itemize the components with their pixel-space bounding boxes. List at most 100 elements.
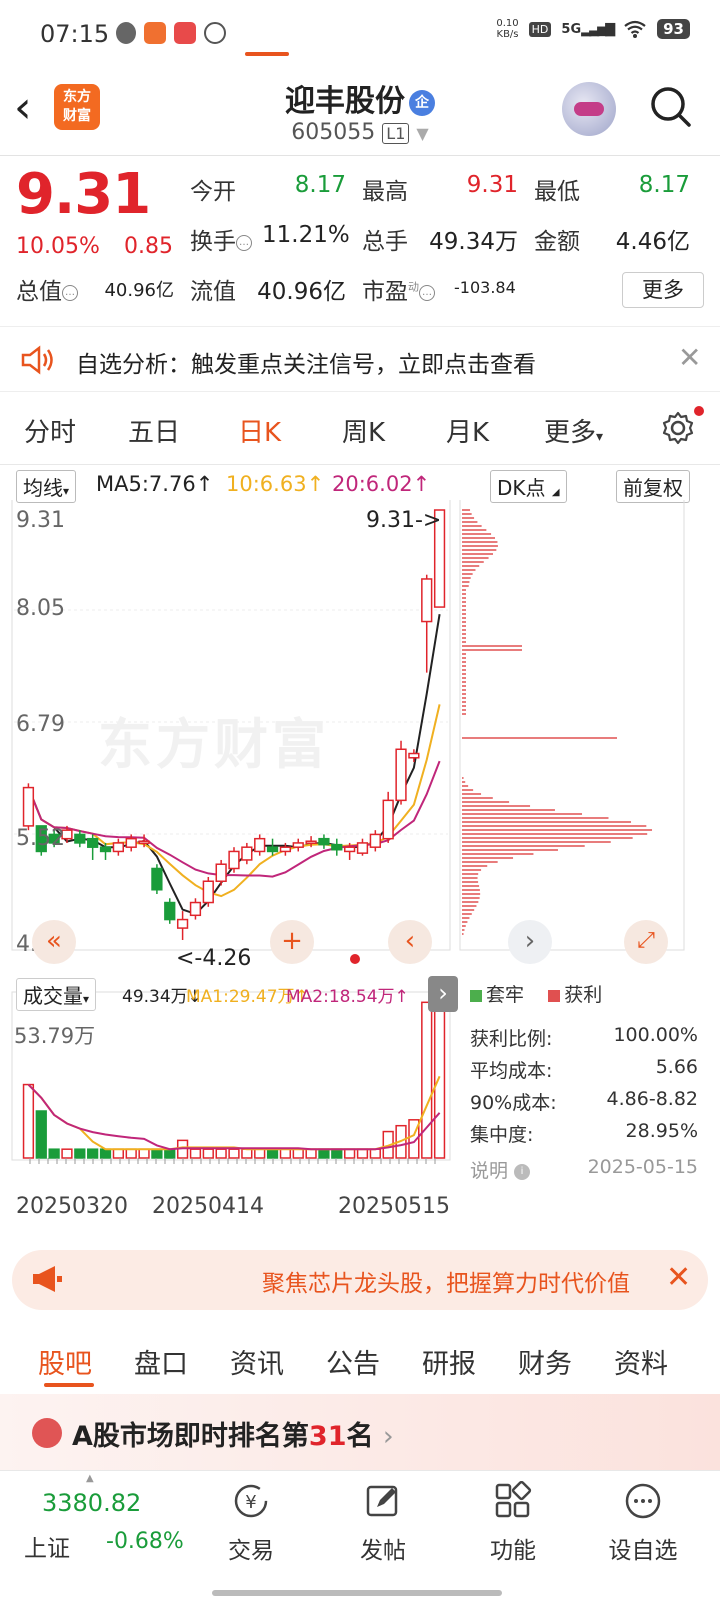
candle-body xyxy=(266,846,279,853)
info-icon[interactable]: i xyxy=(514,1163,531,1180)
volume-select[interactable]: 成交量▾ xyxy=(16,978,97,1011)
candle-body xyxy=(254,837,266,853)
stat-value: 28.95% xyxy=(625,1120,698,1142)
date-label: 20250320 xyxy=(16,1194,128,1219)
stat-value: 4.86-8.82 xyxy=(606,1088,698,1110)
candle-body xyxy=(138,840,150,844)
close-icon[interactable]: ✕ xyxy=(666,1260,691,1295)
notice-text: 自选分析：触发重点关注信号，立即点击查看 xyxy=(76,352,536,378)
vol-ma2: MA2:18.54万↑ xyxy=(286,987,409,1007)
tab-more[interactable]: 更多▾ xyxy=(544,412,603,449)
volume-bar xyxy=(228,1148,240,1159)
volume-bar xyxy=(369,1148,381,1159)
gear-icon[interactable] xyxy=(660,410,696,446)
info-icon[interactable]: … xyxy=(236,234,252,251)
pe-label: 市盈动… xyxy=(362,272,435,306)
edit-icon xyxy=(366,1485,398,1517)
volume-bar xyxy=(356,1148,369,1159)
promo-banner[interactable]: 聚焦芯片龙头股，把握算力时代价值 ✕ xyxy=(12,1250,708,1310)
adjust-button[interactable]: 前复权 xyxy=(616,470,690,503)
change-percent: 10.05% xyxy=(16,234,100,259)
tab-research[interactable]: 研报 xyxy=(422,1342,476,1381)
battery-icon: 93 xyxy=(657,19,690,39)
info-icon[interactable]: … xyxy=(62,284,78,301)
dk-point-button[interactable]: DK点 ◢ xyxy=(490,470,567,503)
fullscreen-icon[interactable]: ⤢ xyxy=(624,920,668,964)
legend-trapped: 套牢 xyxy=(486,984,525,1006)
tab-monthly-k[interactable]: 月K xyxy=(446,412,489,449)
wifi-icon xyxy=(624,20,646,38)
signal-icon: 5G▂▃▅▇ xyxy=(561,21,615,37)
date-label: 20250515 xyxy=(338,1194,450,1219)
volume-bar xyxy=(433,1001,446,1159)
tab-profile[interactable]: 资料 xyxy=(614,1342,668,1381)
megaphone-icon xyxy=(33,1266,62,1292)
chart-icon xyxy=(32,1418,62,1448)
assistant-avatar[interactable] xyxy=(562,82,616,136)
tab-news[interactable]: 资讯 xyxy=(230,1342,284,1381)
chip-date: 2025-05-15 xyxy=(587,1156,698,1178)
volume-value: 49.34万 xyxy=(429,229,518,255)
legend-swatch-profit xyxy=(548,989,561,1002)
candle-body xyxy=(189,901,202,917)
volume-bar xyxy=(279,1148,292,1159)
nav-functions[interactable]: 功能 xyxy=(468,1480,558,1565)
chip-note-row[interactable]: 说明 i 2025-05-15 xyxy=(470,1156,698,1183)
kline-tabs: 分时 五日 日K 周K 月K 更多▾ xyxy=(0,398,720,462)
turnover-label-text: 换手 xyxy=(190,229,236,255)
change-amount: 0.85 xyxy=(124,234,173,259)
nav-post[interactable]: 发帖 xyxy=(338,1481,428,1565)
candle-body xyxy=(22,786,35,827)
candle-body xyxy=(292,842,304,848)
nav-add-watchlist[interactable]: 设自选 xyxy=(598,1481,688,1565)
open-label: 今开 xyxy=(190,179,236,205)
tab-timeshare[interactable]: 分时 xyxy=(24,412,76,449)
float-value: 40.96亿 xyxy=(257,279,346,305)
volume-label: 总手 xyxy=(362,229,408,255)
notice-bar[interactable]: 自选分析：触发重点关注信号，立即点击查看 ✕ xyxy=(0,326,720,392)
tab-finance[interactable]: 财务 xyxy=(518,1342,572,1381)
search-icon[interactable] xyxy=(650,86,692,128)
tab-orderbook[interactable]: 盘口 xyxy=(134,1342,188,1381)
current-price: 9.31 xyxy=(16,162,151,227)
tab-daily-k[interactable]: 日K xyxy=(238,412,281,449)
signal-label: 5G xyxy=(561,21,582,37)
more-button[interactable]: 更多 xyxy=(622,272,704,308)
expand-button[interactable]: › xyxy=(428,976,458,1012)
rank-prefix: A股市场即时排名第 xyxy=(72,1421,309,1452)
link-icon xyxy=(204,22,226,44)
low-value: 8.17 xyxy=(638,172,690,198)
tab-five-day[interactable]: 五日 xyxy=(128,412,180,449)
rewind-button[interactable]: « xyxy=(32,920,76,964)
ma5-label: MA5:7.76 xyxy=(96,472,196,496)
candle-body xyxy=(421,578,433,623)
volume-bar xyxy=(138,1148,150,1159)
stat-label: 集中度: xyxy=(470,1124,534,1146)
ma-select[interactable]: 均线▾ xyxy=(16,470,77,503)
notification-icons xyxy=(116,22,226,44)
candle-body xyxy=(331,843,343,851)
enterprise-badge: 企 xyxy=(409,89,435,116)
tab-weekly-k[interactable]: 周K xyxy=(342,412,385,449)
up-arrow-icon: ▲ xyxy=(86,1473,94,1484)
open-value: 8.17 xyxy=(294,172,346,198)
tab-announcements[interactable]: 公告 xyxy=(326,1342,380,1381)
vol-label: 49.34万 xyxy=(122,987,188,1007)
event-dot[interactable] xyxy=(350,954,360,964)
stock-code-row[interactable]: 605055 L1 ▼ xyxy=(0,120,720,145)
zoom-in-button[interactable]: + xyxy=(270,920,314,964)
divider xyxy=(0,155,720,156)
next-button[interactable]: › xyxy=(508,920,552,964)
volume-axis-top: 53.79万 xyxy=(14,1024,96,1048)
prev-button[interactable]: ‹ xyxy=(388,920,432,964)
close-icon[interactable]: ✕ xyxy=(678,341,701,374)
chip-stat-row: 集中度: 28.95% xyxy=(470,1120,698,1147)
tab-forum[interactable]: 股吧 xyxy=(38,1342,92,1381)
home-indicator xyxy=(212,1590,502,1596)
vol-ma1-label: MA1:29.47万 xyxy=(186,987,295,1007)
ranking-banner[interactable]: A股市场即时排名第31名 › xyxy=(0,1394,720,1470)
info-icon[interactable]: … xyxy=(419,284,435,301)
pe-value: -103.84 xyxy=(454,278,516,297)
nav-trade[interactable]: ¥ 交易 xyxy=(206,1481,296,1565)
volume-bar xyxy=(35,1110,47,1159)
